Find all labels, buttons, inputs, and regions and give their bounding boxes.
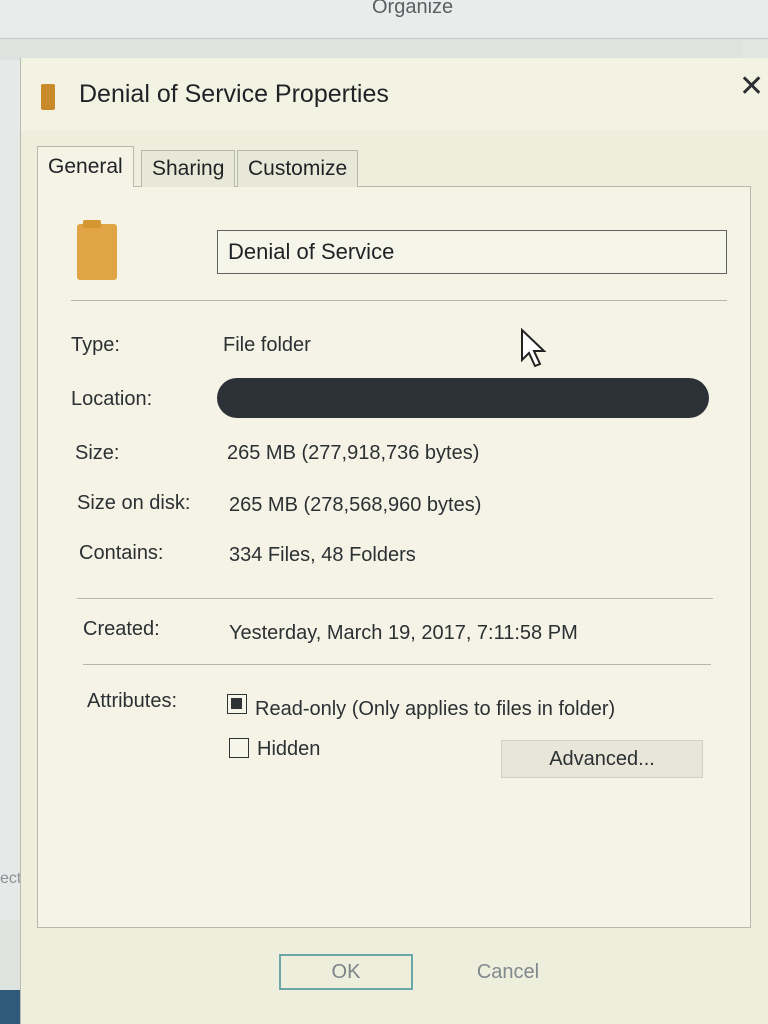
advanced-button[interactable]: Advanced... <box>501 740 703 778</box>
type-value: File folder <box>223 334 311 356</box>
tab-sharing[interactable]: Sharing <box>141 150 236 187</box>
tab-customize[interactable]: Customize <box>237 150 359 187</box>
created-value: Yesterday, March 19, 2017, 7:11:58 PM <box>229 622 578 644</box>
hidden-checkbox[interactable] <box>229 738 249 758</box>
type-label: Type: <box>71 334 120 356</box>
dialog-title-bar[interactable]: Denial of Service Properties ✕ <box>21 58 768 130</box>
tab-general[interactable]: General <box>37 146 134 187</box>
close-button[interactable]: ✕ <box>739 72 764 102</box>
redaction-bar <box>217 378 709 418</box>
size-value: 265 MB (277,918,736 bytes) <box>227 442 480 464</box>
dialog-title: Denial of Service Properties <box>79 80 389 108</box>
folder-name-input[interactable]: Denial of Service <box>217 230 727 274</box>
divider <box>71 300 727 301</box>
divider <box>83 664 711 665</box>
cancel-button[interactable]: Cancel <box>441 954 575 990</box>
hidden-label[interactable]: Hidden <box>257 738 320 761</box>
folder-icon <box>41 84 55 110</box>
read-only-label[interactable]: Read-only (Only applies to files in fold… <box>255 698 615 721</box>
explorer-ribbon: Organize <box>0 0 768 39</box>
size-label: Size: <box>75 442 120 464</box>
location-label: Location: <box>71 388 153 410</box>
ok-button[interactable]: OK <box>279 954 413 990</box>
contains-value: 334 Files, 48 Folders <box>229 544 416 566</box>
attributes-label: Attributes: <box>87 690 178 712</box>
size-on-disk-value: 265 MB (278,568,960 bytes) <box>229 494 482 516</box>
created-label: Created: <box>83 618 160 640</box>
size-on-disk-label: Size on disk: <box>77 492 191 514</box>
read-only-checkbox[interactable] <box>227 694 247 714</box>
contains-label: Contains: <box>79 542 164 564</box>
divider <box>77 598 713 599</box>
properties-dialog: Denial of Service Properties ✕ General S… <box>20 58 768 1024</box>
folder-large-icon <box>77 220 117 280</box>
mouse-cursor-icon <box>521 328 547 368</box>
organize-button[interactable]: Organize <box>372 0 453 19</box>
